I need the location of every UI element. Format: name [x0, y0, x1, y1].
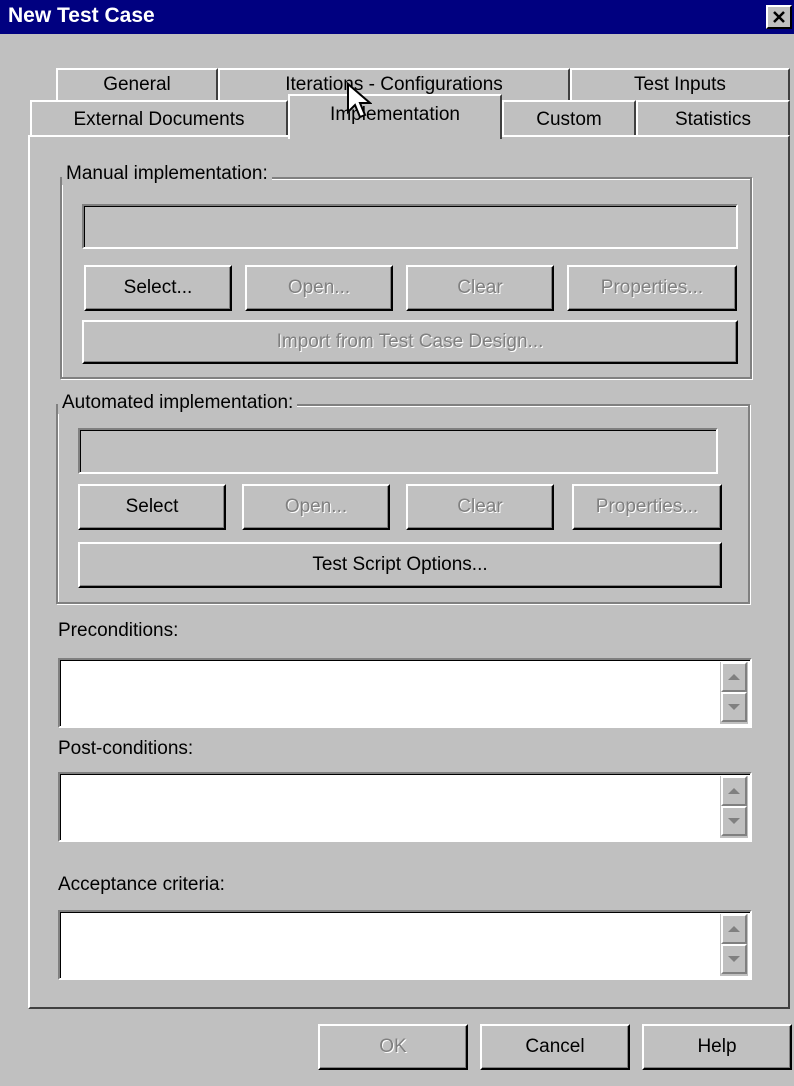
close-button[interactable]	[766, 5, 792, 29]
tab-custom-label: Custom	[536, 108, 602, 130]
tab-general[interactable]: General	[56, 68, 218, 100]
tab-general-label: General	[103, 74, 171, 95]
automated-clear-button[interactable]: Clear	[406, 484, 554, 530]
scroll-up-arrow-icon	[728, 674, 740, 680]
automated-open-button[interactable]: Open...	[242, 484, 390, 530]
tab-statistics-label: Statistics	[674, 108, 752, 130]
manual-select-button[interactable]: Select...	[84, 265, 232, 311]
preconditions-scrollbar[interactable]	[720, 662, 748, 724]
tab-external-documents-label: External Documents	[73, 108, 245, 130]
tab-statistics[interactable]: Statistics	[636, 100, 790, 137]
close-icon	[773, 11, 785, 23]
tab-external-documents[interactable]: External Documents	[30, 100, 288, 137]
postconditions-label: Post-conditions:	[58, 738, 194, 759]
automated-properties-button[interactable]: Properties...	[572, 484, 722, 530]
acceptance-criteria-textarea[interactable]	[58, 910, 752, 980]
manual-implementation-path-field[interactable]	[82, 204, 738, 249]
preconditions-scroll-down[interactable]	[721, 692, 747, 722]
postconditions-scroll-down[interactable]	[721, 806, 747, 836]
window-title: New Test Case	[8, 4, 155, 27]
postconditions-scrollbar[interactable]	[720, 776, 748, 838]
help-button[interactable]: Help	[642, 1024, 792, 1070]
scroll-down-arrow-icon	[728, 704, 740, 710]
scroll-down-arrow-icon	[728, 818, 740, 824]
scroll-up-arrow-icon	[728, 926, 740, 932]
acceptance-scroll-down[interactable]	[721, 944, 747, 974]
preconditions-scroll-up[interactable]	[721, 662, 747, 692]
manual-implementation-label: Manual implementation:	[62, 163, 272, 185]
tab-iterations-label: Iterations - Configurations	[285, 74, 503, 95]
postconditions-scroll-up[interactable]	[721, 776, 747, 806]
acceptance-scroll-up[interactable]	[721, 914, 747, 944]
scroll-up-arrow-icon	[728, 788, 740, 794]
preconditions-label: Preconditions:	[58, 620, 179, 641]
automated-select-button[interactable]: Select	[78, 484, 226, 530]
preconditions-textarea[interactable]	[58, 658, 752, 728]
tab-test-inputs-label: Test Inputs	[634, 74, 726, 95]
tab-test-inputs[interactable]: Test Inputs	[570, 68, 790, 100]
test-script-options-button[interactable]: Test Script Options...	[78, 542, 722, 588]
acceptance-scrollbar[interactable]	[720, 914, 748, 976]
manual-open-button[interactable]: Open...	[245, 265, 393, 311]
tab-implementation[interactable]: Implementation	[288, 94, 502, 139]
automated-implementation-path-field[interactable]	[78, 428, 718, 474]
manual-clear-button[interactable]: Clear	[406, 265, 554, 311]
title-bar: New Test Case	[0, 0, 794, 34]
mouse-cursor-icon	[347, 82, 372, 119]
scroll-down-arrow-icon	[728, 956, 740, 962]
import-from-test-case-design-button[interactable]: Import from Test Case Design...	[82, 320, 738, 364]
manual-properties-button[interactable]: Properties...	[567, 265, 737, 311]
postconditions-textarea[interactable]	[58, 772, 752, 842]
automated-implementation-label: Automated implementation:	[58, 392, 298, 414]
ok-button[interactable]: OK	[318, 1024, 468, 1070]
tab-custom[interactable]: Custom	[502, 100, 636, 137]
cancel-button[interactable]: Cancel	[480, 1024, 630, 1070]
acceptance-criteria-label: Acceptance criteria:	[58, 874, 225, 895]
